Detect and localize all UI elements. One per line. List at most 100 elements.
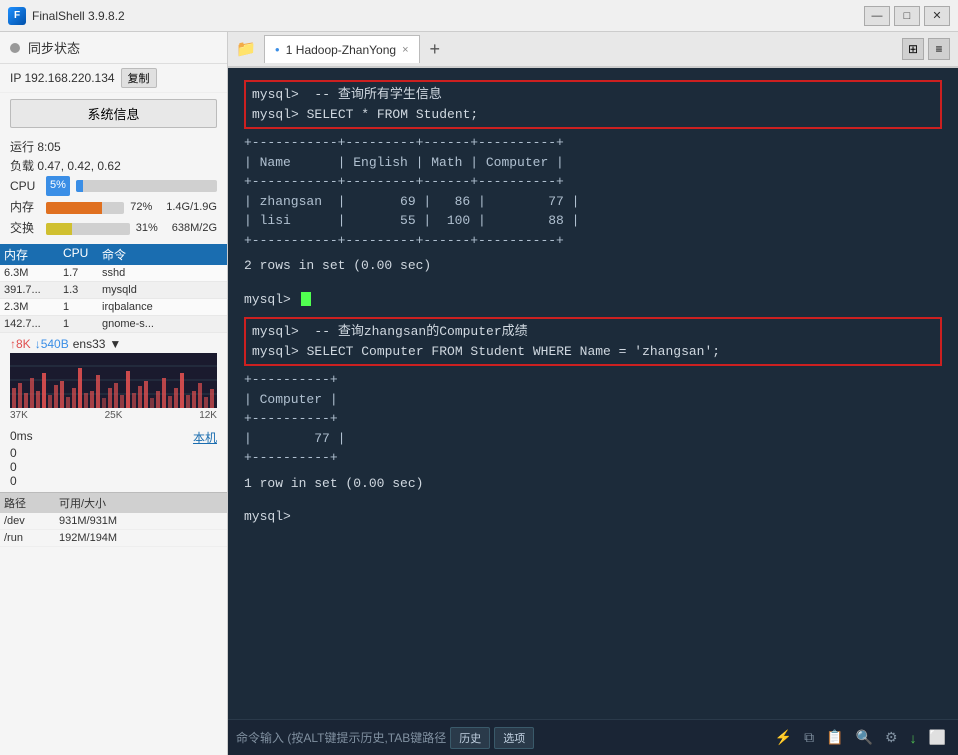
- close-button[interactable]: ✕: [924, 6, 950, 26]
- lightning-icon[interactable]: ⚡: [771, 727, 796, 748]
- table-separator: +----------+: [244, 448, 942, 468]
- prompt-line: mysql>: [244, 290, 942, 310]
- tab-close-button[interactable]: ×: [402, 44, 408, 56]
- table-data-row: | 77 |: [244, 429, 942, 449]
- net-iface: ens33: [73, 337, 106, 351]
- new-tab-button[interactable]: +: [424, 39, 447, 60]
- table-separator: +----------+: [244, 370, 942, 390]
- network-section: ↑8K ↓540B ens33 ▼: [0, 333, 227, 425]
- latency-link[interactable]: 本机: [193, 429, 217, 446]
- ip-text: IP 192.168.220.134: [10, 71, 115, 85]
- process-row: 2.3M 1 irqbalance: [0, 299, 227, 316]
- latency-val2: 0: [10, 460, 217, 474]
- swap-label: 交换: [10, 219, 40, 238]
- swap-bar-container: [46, 223, 130, 235]
- process-row: 6.3M 1.7 sshd: [0, 265, 227, 282]
- history-button[interactable]: 历史: [450, 727, 490, 749]
- cmd-block-2: mysql> -- 查询zhangsan的Computer成绩 mysql> S…: [244, 317, 942, 366]
- blank-line: [244, 282, 942, 290]
- latency-row: 0ms 本机: [10, 429, 217, 446]
- uptime-label: 运行 8:05: [10, 138, 217, 157]
- process-row: 142.7... 1 gnome-s...: [0, 316, 227, 333]
- cmd-input-label: 命令输入 (按ALT键提示历史,TAB键路径: [236, 729, 446, 746]
- net-chart: [10, 353, 217, 408]
- process-row: 391.7... 1.3 mysqld: [0, 282, 227, 299]
- tab-bar-right: ⊞ ≡: [902, 38, 950, 60]
- latency-section: 0ms 本机 0 0 0: [0, 425, 227, 492]
- cpu-label: CPU: [10, 177, 40, 196]
- active-tab[interactable]: ● 1 Hadoop-ZhanYong ×: [264, 35, 420, 63]
- mem-stat-row: 内存 72% 1.4G/1.9G: [10, 198, 217, 217]
- process-header: 内存 CPU 命令: [0, 244, 227, 265]
- settings-icon[interactable]: ⚙: [881, 727, 902, 748]
- app-title: FinalShell 3.9.8.2: [32, 9, 864, 23]
- terminal[interactable]: mysql> -- 查询所有学生信息 mysql> SELECT * FROM …: [228, 68, 958, 719]
- cmd-line: mysql> SELECT * FROM Student;: [252, 105, 934, 125]
- cmd-line: mysql> SELECT Computer FROM Student WHER…: [252, 342, 934, 362]
- cpu-stat-row: CPU 5%: [10, 176, 217, 196]
- main-layout: 同步状态 IP 192.168.220.134 复制 系统信息 运行 8:05 …: [0, 32, 958, 755]
- options-button[interactable]: 选项: [494, 727, 534, 749]
- table-header-row: | Computer |: [244, 390, 942, 410]
- path-section: 路径 可用/大小 /dev 931M/931M /run 192M/194M: [0, 492, 227, 755]
- cmd-line: mysql> -- 查询所有学生信息: [252, 85, 934, 105]
- mem-bar-container: [46, 202, 124, 214]
- paste-icon[interactable]: 📋: [822, 727, 847, 748]
- copy-icon[interactable]: ⧉: [800, 727, 818, 748]
- swap-bar: [46, 223, 72, 235]
- cmd-block-1: mysql> -- 查询所有学生信息 mysql> SELECT * FROM …: [244, 80, 942, 129]
- window-icon[interactable]: ⬜: [925, 727, 950, 748]
- sync-dot: [10, 43, 20, 53]
- net-header: ↑8K ↓540B ens33 ▼: [10, 337, 217, 351]
- title-bar: F FinalShell 3.9.8.2 — □ ✕: [0, 0, 958, 32]
- search-icon[interactable]: 🔍: [852, 727, 877, 748]
- latency-val3: 0: [10, 474, 217, 488]
- download-icon[interactable]: ↓: [906, 728, 921, 748]
- net-download: ↓540B: [35, 337, 69, 351]
- copy-ip-button[interactable]: 复制: [121, 68, 157, 88]
- net-dropdown-icon[interactable]: ▼: [109, 337, 121, 351]
- rows-count: 1 row in set (0.00 sec): [244, 474, 942, 494]
- grid-view-button[interactable]: ⊞: [902, 38, 924, 60]
- sys-info-button[interactable]: 系统信息: [10, 99, 217, 128]
- table-separator: +-----------+---------+------+----------…: [244, 231, 942, 251]
- maximize-button[interactable]: □: [894, 6, 920, 26]
- mem-label: 内存: [10, 198, 40, 217]
- command-input-field[interactable]: [538, 731, 766, 745]
- net-labels: 37K 25K 12K: [10, 410, 217, 421]
- blank-line: [244, 309, 942, 317]
- table-header-row: | Name | English | Math | Computer |: [244, 153, 942, 173]
- blank-line: [244, 499, 942, 507]
- proc-header-cpu: CPU: [63, 246, 98, 263]
- swap-val: 638M/2G: [172, 220, 217, 238]
- latency-val1: 0: [10, 446, 217, 460]
- load-label: 负载 0.47, 0.42, 0.62: [10, 157, 217, 176]
- table-data-row: | lisi | 55 | 100 | 88 |: [244, 211, 942, 231]
- list-view-button[interactable]: ≡: [928, 38, 950, 60]
- folder-icon: 📁: [236, 39, 256, 59]
- path-row: /run 192M/194M: [0, 530, 227, 547]
- sidebar: 同步状态 IP 192.168.220.134 复制 系统信息 运行 8:05 …: [0, 32, 228, 755]
- stats-section: 运行 8:05 负载 0.47, 0.42, 0.62 CPU 5% 内存 72…: [0, 134, 227, 244]
- mem-val: 1.4G/1.9G: [166, 199, 217, 217]
- tab-dot: ●: [275, 45, 280, 54]
- rows-count: 2 rows in set (0.00 sec): [244, 256, 942, 276]
- path-row: /dev 931M/931M: [0, 513, 227, 530]
- mem-pct: 72%: [130, 199, 160, 217]
- table-data-row: | zhangsan | 69 | 86 | 77 |: [244, 192, 942, 212]
- tab-label: 1 Hadoop-ZhanYong: [286, 43, 396, 57]
- proc-header-mem: 内存: [4, 246, 59, 263]
- swap-pct: 31%: [136, 220, 166, 238]
- path-header: 路径 可用/大小: [0, 492, 227, 513]
- app-icon: F: [8, 7, 26, 25]
- cmd-line: mysql> -- 查询zhangsan的Computer成绩: [252, 322, 934, 342]
- ip-row: IP 192.168.220.134 复制: [0, 64, 227, 93]
- table-separator: +-----------+---------+------+----------…: [244, 172, 942, 192]
- sync-label: 同步状态: [28, 38, 80, 57]
- command-input-bar: 命令输入 (按ALT键提示历史,TAB键路径 历史 选项 ⚡ ⧉ 📋 🔍 ⚙ ↓…: [228, 719, 958, 755]
- minimize-button[interactable]: —: [864, 6, 890, 26]
- table-separator: +-----------+---------+------+----------…: [244, 133, 942, 153]
- tab-bar: 📁 ● 1 Hadoop-ZhanYong × + ⊞ ≡: [228, 32, 958, 68]
- cpu-bar-container: [76, 180, 217, 192]
- sync-status: 同步状态: [0, 32, 227, 64]
